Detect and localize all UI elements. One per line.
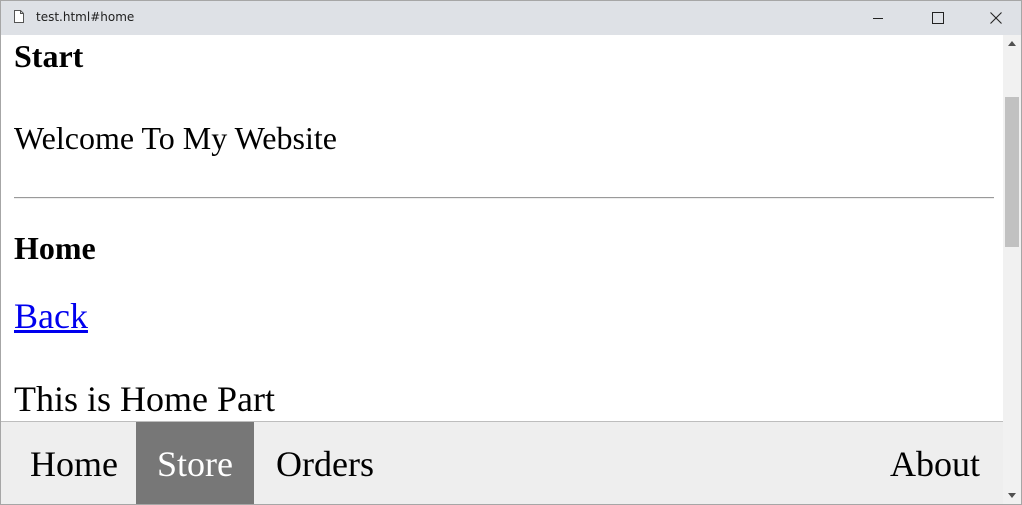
- vertical-scrollbar[interactable]: [1003, 35, 1021, 504]
- scroll-down-button[interactable]: [1003, 487, 1021, 504]
- home-part-text: This is Home Part: [14, 379, 275, 419]
- page-content: Start Welcome To My Website Home Back Th…: [1, 35, 1003, 504]
- nav-about[interactable]: About: [873, 422, 997, 504]
- close-icon: [990, 12, 1002, 24]
- nav-home[interactable]: Home: [12, 422, 136, 504]
- title-bar: test.html#home: [1, 1, 1021, 35]
- minimize-icon: [873, 18, 883, 19]
- bottom-navbar: Home Store Orders About: [1, 421, 1003, 504]
- window-title: test.html#home: [36, 10, 135, 24]
- start-heading: Start: [14, 38, 84, 74]
- horizontal-rule: [14, 197, 994, 199]
- maximize-icon: [932, 12, 944, 24]
- page-icon: [14, 10, 24, 23]
- home-heading: Home: [14, 230, 96, 266]
- arrow-up-icon: [1008, 41, 1016, 46]
- close-button[interactable]: [973, 1, 1019, 35]
- maximize-button[interactable]: [915, 1, 961, 35]
- browser-window: test.html#home Start Welcome To My Websi…: [0, 0, 1022, 505]
- minimize-button[interactable]: [855, 1, 901, 35]
- welcome-text: Welcome To My Website: [14, 120, 337, 156]
- arrow-down-icon: [1008, 493, 1016, 498]
- scrollbar-thumb[interactable]: [1005, 97, 1019, 247]
- nav-orders[interactable]: Orders: [254, 422, 396, 504]
- back-link[interactable]: Back: [14, 295, 88, 337]
- nav-store[interactable]: Store: [136, 422, 254, 504]
- scroll-up-button[interactable]: [1003, 35, 1021, 52]
